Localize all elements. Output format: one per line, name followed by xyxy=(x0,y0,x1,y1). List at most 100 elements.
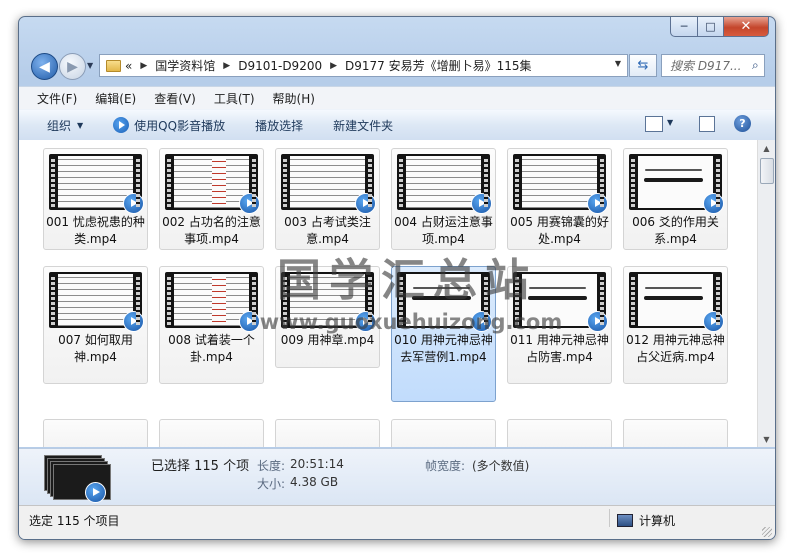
size-value: 4.38 GB xyxy=(290,475,339,489)
scroll-down-icon[interactable]: ▼ xyxy=(758,431,775,447)
breadcrumb-item-current[interactable]: D9177 安易芳《增删卜易》115集 xyxy=(345,57,532,74)
partial-file-tile[interactable] xyxy=(275,419,380,447)
address-dropdown-icon[interactable]: ▼ xyxy=(615,59,621,68)
file-tile[interactable]: 004 占财运注意事项.mp4 xyxy=(391,148,496,250)
recent-pages-dropdown[interactable]: ▼ xyxy=(87,61,93,70)
video-play-icon xyxy=(239,193,260,214)
breadcrumb-overflow[interactable]: « xyxy=(125,59,132,73)
thumbnail-frame xyxy=(522,156,597,208)
frame-width-label: 帧宽度: xyxy=(425,459,466,473)
organize-button[interactable]: 组织 ▼ xyxy=(47,117,83,134)
file-tile[interactable]: 011 用神元神忌神 占防害.mp4 xyxy=(507,266,612,384)
file-tile[interactable]: 009 用神章.mp4 xyxy=(275,266,380,368)
file-tile[interactable]: 008 试着装一个卦.mp4 xyxy=(159,266,264,384)
file-name: 007 如何取用神.mp4 xyxy=(58,333,133,364)
video-thumbnail xyxy=(513,154,608,214)
explorer-window: ─ □ ✕ ◀ ▶ ▼ « ▶ 国学资料馆 ▶ D9101-D9200 ▶ D9… xyxy=(18,16,776,540)
menu-edit[interactable]: 编辑(E) xyxy=(95,90,136,107)
menu-file[interactable]: 文件(F) xyxy=(37,90,77,107)
thumbnail-frame xyxy=(290,156,365,208)
partial-file-tile[interactable] xyxy=(43,419,148,447)
refresh-button[interactable]: ⇆ xyxy=(629,54,657,77)
file-tile[interactable]: 010 用神元神忌神 去军营例1.mp4 xyxy=(391,266,496,402)
file-tile[interactable]: 005 用赛锦囊的好处.mp4 xyxy=(507,148,612,250)
thumbnail-frame xyxy=(290,274,365,326)
scroll-thumb[interactable] xyxy=(760,158,774,184)
breadcrumb-separator-icon[interactable]: ▶ xyxy=(140,61,147,71)
search-icon[interactable]: ⌕ xyxy=(752,58,759,73)
breadcrumb-item-root[interactable]: 国学资料馆 xyxy=(155,57,215,74)
new-folder-button[interactable]: 新建文件夹 xyxy=(333,117,393,134)
chevron-down-icon: ▼ xyxy=(77,120,84,130)
video-thumbnail xyxy=(397,272,492,332)
video-thumbnail xyxy=(513,272,608,332)
thumbnail-frame xyxy=(638,274,713,326)
file-name: 009 用神章.mp4 xyxy=(280,333,375,347)
video-thumbnail xyxy=(281,272,376,332)
resize-grip[interactable] xyxy=(762,527,772,537)
video-thumbnail xyxy=(281,154,376,214)
thumbnail-frame xyxy=(638,156,713,208)
forward-button[interactable]: ▶ xyxy=(59,53,86,80)
file-name: 011 用神元神忌神 占防害.mp4 xyxy=(510,333,609,364)
change-view-icon[interactable] xyxy=(645,116,663,132)
partial-file-tile[interactable] xyxy=(159,419,264,447)
thumbnail-frame xyxy=(58,274,133,326)
breadcrumb-separator-icon[interactable]: ▶ xyxy=(223,61,230,71)
video-thumbnail xyxy=(629,272,724,332)
arrow-right-icon: ▶ xyxy=(67,58,78,75)
maximize-button[interactable]: □ xyxy=(698,17,724,37)
file-tile[interactable]: 007 如何取用神.mp4 xyxy=(43,266,148,384)
video-thumbnail xyxy=(397,154,492,214)
help-button[interactable]: ? xyxy=(734,115,751,132)
scroll-up-icon[interactable]: ▲ xyxy=(758,140,775,156)
video-play-icon xyxy=(239,311,260,332)
refresh-icon: ⇆ xyxy=(637,58,649,73)
file-name: 008 试着装一个卦.mp4 xyxy=(168,333,255,364)
file-tile[interactable]: 002 占功名的注意事项.mp4 xyxy=(159,148,264,250)
thumbnail-frame xyxy=(58,156,133,208)
video-play-icon xyxy=(587,311,608,332)
address-bar[interactable]: « ▶ 国学资料馆 ▶ D9101-D9200 ▶ D9177 安易芳《增删卜易… xyxy=(99,54,628,77)
file-tile[interactable]: 006 爻的作用关系.mp4 xyxy=(623,148,728,250)
view-dropdown-icon[interactable]: ▼ xyxy=(667,118,673,127)
close-button[interactable]: ✕ xyxy=(724,17,769,37)
status-location-text: 计算机 xyxy=(639,514,676,528)
menu-help[interactable]: 帮助(H) xyxy=(273,90,315,107)
preview-pane-icon[interactable] xyxy=(699,116,715,132)
video-play-icon xyxy=(471,193,492,214)
video-play-icon xyxy=(123,311,144,332)
minimize-button[interactable]: ─ xyxy=(670,17,698,37)
file-tile[interactable]: 001 忧虑祝患的种类.mp4 xyxy=(43,148,148,250)
arrow-left-icon: ◀ xyxy=(39,58,50,75)
vertical-scrollbar[interactable]: ▲ ▼ xyxy=(757,140,775,447)
status-bar: 选定 115 个项目 计算机 xyxy=(19,505,775,539)
menu-tools[interactable]: 工具(T) xyxy=(214,90,255,107)
partial-file-tile[interactable] xyxy=(623,419,728,447)
organize-label: 组织 xyxy=(47,118,72,133)
folder-icon xyxy=(106,59,121,72)
menu-view[interactable]: 查看(V) xyxy=(154,90,196,107)
back-button[interactable]: ◀ xyxy=(31,53,58,80)
play-with-qq-button[interactable]: 使用QQ影音播放 xyxy=(113,117,225,134)
file-name: 004 占财运注意事项.mp4 xyxy=(394,215,493,246)
video-play-icon xyxy=(355,311,376,332)
play-selection-button[interactable]: 播放选择 xyxy=(255,117,303,134)
video-play-icon xyxy=(355,193,376,214)
breadcrumb-item-range[interactable]: D9101-D9200 xyxy=(238,59,322,73)
file-tile[interactable]: 003 占考试类注意.mp4 xyxy=(275,148,380,250)
status-divider xyxy=(609,509,610,527)
thumbnail-frame xyxy=(174,156,249,208)
partial-file-tile[interactable] xyxy=(391,419,496,447)
search-input[interactable] xyxy=(668,57,750,74)
video-thumbnail xyxy=(629,154,724,214)
breadcrumb-separator-icon[interactable]: ▶ xyxy=(330,61,337,71)
search-box: ⌕ xyxy=(661,54,765,77)
file-tile[interactable]: 012 用神元神忌神 占父近病.mp4 xyxy=(623,266,728,384)
partial-file-tile[interactable] xyxy=(507,419,612,447)
play-with-qq-label: 使用QQ影音播放 xyxy=(134,118,226,133)
video-play-icon xyxy=(703,311,724,332)
thumbnail-frame xyxy=(522,274,597,326)
status-selection-text: 选定 115 个项目 xyxy=(29,514,120,528)
selection-thumbnail-stack xyxy=(44,455,111,503)
